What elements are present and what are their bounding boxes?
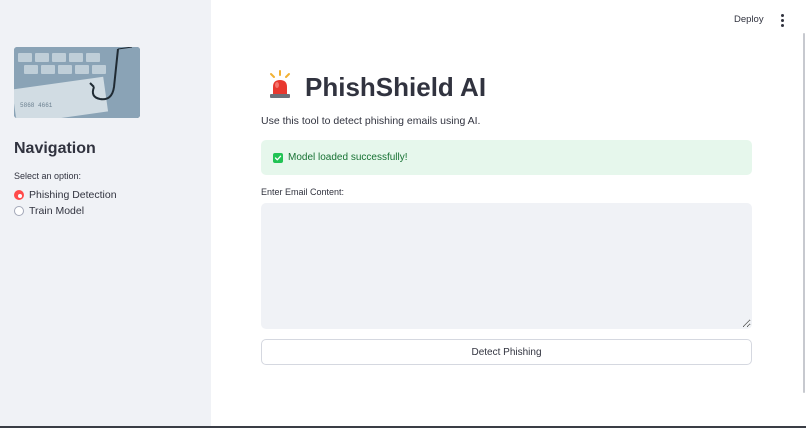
radio-checked-icon[interactable]: [14, 190, 24, 200]
radio-phishing-detection[interactable]: Phishing Detection: [14, 189, 117, 201]
email-content-label: Enter Email Content:: [261, 187, 345, 197]
page-subtitle: Use this tool to detect phishing emails …: [261, 115, 481, 127]
radio-label: Phishing Detection: [29, 189, 117, 201]
svg-text:5868 4661: 5868 4661: [20, 102, 53, 109]
page-header: PhishShield AI: [267, 70, 486, 105]
navigation-title: Navigation: [14, 140, 96, 157]
select-option-label: Select an option:: [14, 171, 82, 181]
detect-phishing-button[interactable]: Detect Phishing: [261, 339, 752, 365]
deploy-button[interactable]: Deploy: [730, 13, 768, 26]
radio-unchecked-icon[interactable]: [14, 206, 24, 216]
sidebar: 5868 4661 Navigation Select an option: P…: [0, 0, 211, 428]
radio-train-model[interactable]: Train Model: [14, 205, 84, 217]
check-icon: [273, 152, 283, 163]
success-message: Model loaded successfully!: [288, 152, 408, 163]
phishing-hook-keyboard-image: 5868 4661: [14, 47, 140, 118]
email-content-textarea[interactable]: [261, 203, 752, 329]
success-alert: Model loaded successfully!: [261, 140, 752, 175]
rotating-light-icon: [267, 70, 293, 105]
more-vertical-icon[interactable]: [776, 13, 788, 27]
radio-label: Train Model: [29, 205, 85, 217]
page-title: PhishShield AI: [305, 72, 487, 102]
scrollbar[interactable]: [803, 33, 805, 393]
